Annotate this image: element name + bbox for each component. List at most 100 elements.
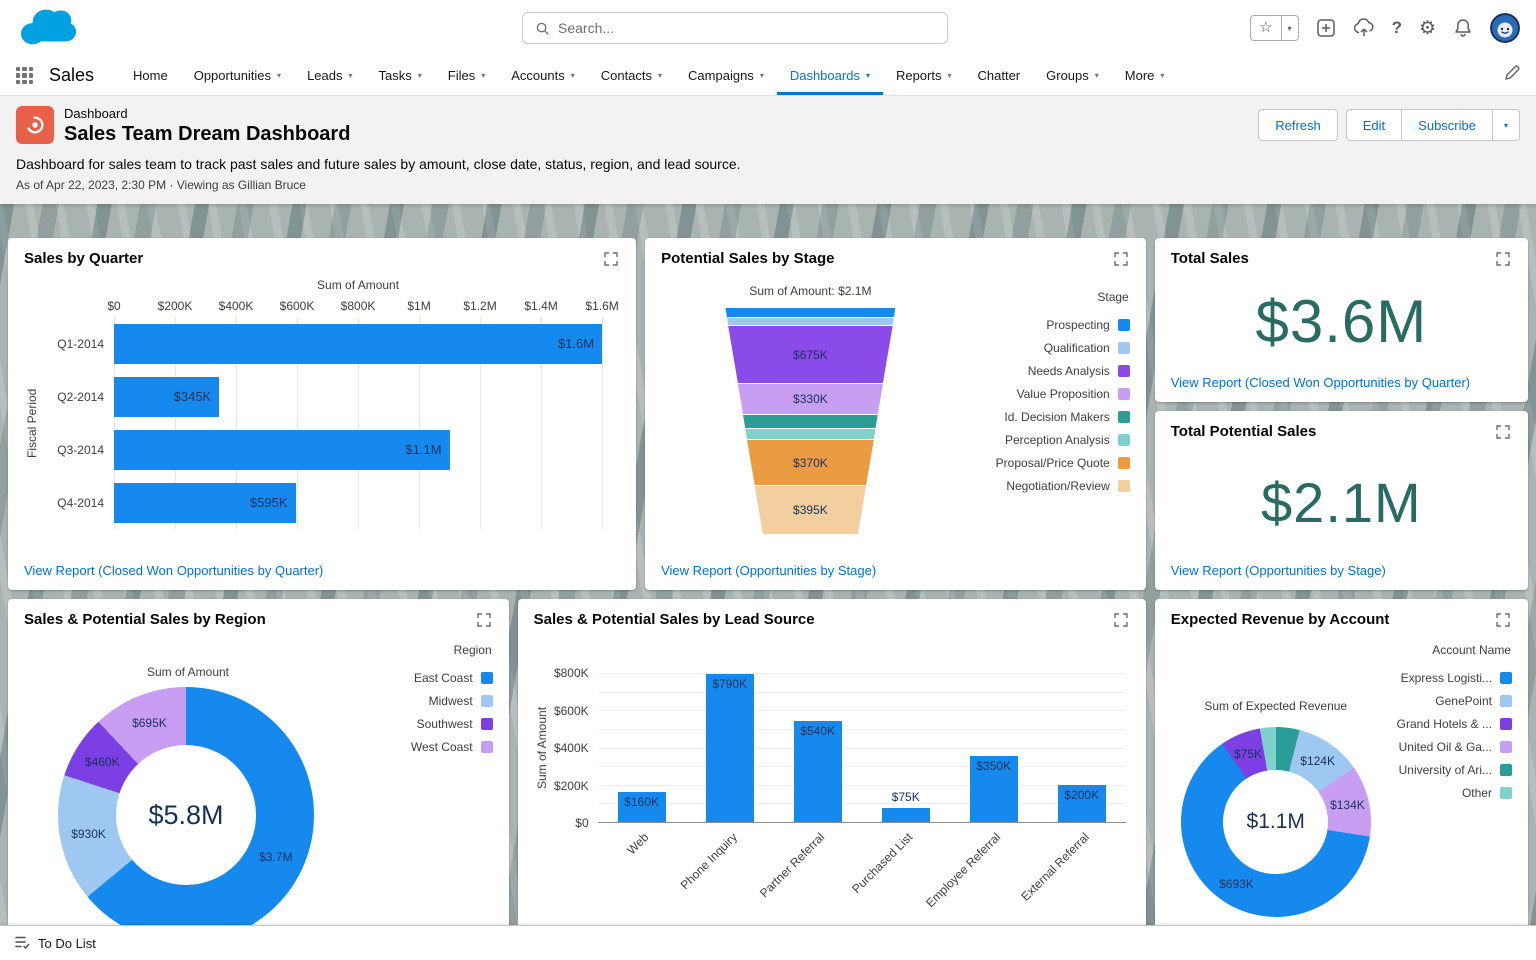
tab-contacts[interactable]: Contacts ▾ xyxy=(588,56,675,95)
tab-campaigns[interactable]: Campaigns ▾ xyxy=(675,56,777,95)
tab-accounts[interactable]: Accounts ▾ xyxy=(498,56,588,95)
legend-swatch xyxy=(1499,694,1512,707)
slice-label-genepoint: $124K xyxy=(1300,754,1335,769)
header-buttons: Refresh Edit Subscribe ▾ xyxy=(1258,109,1520,141)
app-launcher-icon[interactable] xyxy=(16,67,33,84)
donut-total: $5.8M xyxy=(148,799,224,830)
dashboard-body: Sales by Quarter Sum of Amount $0 $200K $4… xyxy=(0,204,1536,925)
setup-gear-icon[interactable]: ⚙ xyxy=(1419,17,1436,40)
bar-q1-2014[interactable]: $1.6M xyxy=(114,323,603,364)
funnel-segment-perception-analysis[interactable] xyxy=(745,429,876,439)
funnel-segment-prospecting[interactable] xyxy=(725,308,896,317)
tab-dashboards[interactable]: Dashboards ▾ xyxy=(777,56,883,95)
funnel-segment-proposal-price-quote[interactable]: $370K xyxy=(746,440,874,485)
todo-list-label: To Do List xyxy=(38,935,96,951)
legend-item-other: Other xyxy=(1342,781,1512,804)
legend-item-university-of-ari: University of Ari... xyxy=(1342,758,1512,781)
subscribe-button[interactable]: Subscribe xyxy=(1402,109,1493,141)
tab-files[interactable]: Files ▾ xyxy=(435,56,498,95)
view-report-link[interactable]: View Report (Opportunities by Stage) xyxy=(661,563,1130,578)
chevron-down-icon: ▾ xyxy=(348,71,353,80)
legend-item-united-oil-ga: United Oil & Ga... xyxy=(1342,735,1512,758)
expand-icon[interactable] xyxy=(1112,611,1130,629)
tab-tasks[interactable]: Tasks ▾ xyxy=(366,56,435,95)
y-axis-labels: Q1-2014 Q2-2014 Q3-2014 Q4-2014 xyxy=(57,336,104,510)
view-report-link[interactable]: View Report (Closed Won Opportunities by… xyxy=(1171,375,1512,390)
bars: $160K Web $790K Phone Inquiry $540K Partner R… xyxy=(598,673,1126,910)
entity-type-label: Dashboard xyxy=(64,106,128,121)
tab-more[interactable]: More ▾ xyxy=(1112,56,1178,95)
tab-chatter[interactable]: Chatter xyxy=(965,56,1034,95)
x-axis-label: Employee Referral xyxy=(923,830,1004,911)
account-legend: Account Name Express Logisti... GenePoint… xyxy=(1342,643,1512,804)
utility-bar-todo-list[interactable]: To Do List xyxy=(0,925,1536,960)
global-search[interactable] xyxy=(522,12,948,44)
widget-title: Total Sales xyxy=(1170,250,1249,267)
bar-partner-referral[interactable]: $540K xyxy=(793,720,842,822)
widget-potential-sales-by-stage: Potential Sales by Stage Sum of Amount: … xyxy=(645,238,1146,590)
bar-q4-2014[interactable]: $595K xyxy=(114,482,296,523)
funnel-value-label: $330K xyxy=(793,392,828,406)
header-actions: ☆ ▾ ? ⚙ xyxy=(1250,13,1520,43)
region-donut-chart[interactable]: $5.8M $3.7M $930K $460K $695K xyxy=(58,687,314,925)
expand-icon[interactable] xyxy=(602,250,620,268)
stage-legend: Stage Prospecting Qualification Needs Anal… xyxy=(960,268,1130,563)
chevron-down-icon: ▾ xyxy=(1094,71,1099,80)
expand-icon[interactable] xyxy=(1112,250,1130,268)
tab-reports[interactable]: Reports ▾ xyxy=(883,56,965,95)
legend-item-southwest: Southwest xyxy=(323,712,493,735)
legend-swatch xyxy=(480,694,493,707)
search-input[interactable] xyxy=(558,20,935,36)
metrics-column: Total Sales $3.6M View Report (Closed Wo… xyxy=(1154,238,1528,590)
bar-value-label: $75K xyxy=(891,789,920,804)
legend-item-id-decision-makers: Id. Decision Makers xyxy=(960,405,1130,428)
funnel-segment-id-decision-makers[interactable] xyxy=(743,415,878,428)
funnel-segment-negotiation-review[interactable]: $395K xyxy=(754,486,867,534)
bar-q2-2014[interactable]: $345K xyxy=(114,376,220,417)
favorites-dropdown-icon[interactable]: ▾ xyxy=(1282,24,1298,33)
favorites-star-icon[interactable]: ☆ xyxy=(1251,16,1282,40)
bar-phone-inquiry[interactable]: $790K xyxy=(705,673,754,822)
dashboard-description: Dashboard for sales team to track past s… xyxy=(16,156,741,172)
funnel-segment-qualification[interactable] xyxy=(726,318,894,325)
bar-q3-2014[interactable]: $1.1M xyxy=(114,429,450,470)
bar-value-label: $1.6M xyxy=(557,336,595,351)
edit-button[interactable]: Edit xyxy=(1345,109,1403,141)
legend-item-east-coast: East Coast xyxy=(323,666,493,689)
edit-navigation-pencil-icon[interactable] xyxy=(1504,65,1520,86)
bar-value-label: $1.1M xyxy=(405,442,442,457)
legend-item-midwest: Midwest xyxy=(323,689,493,712)
tab-home[interactable]: Home xyxy=(120,56,181,95)
legend-swatch xyxy=(1117,318,1130,331)
bar-external-referral[interactable]: $200K xyxy=(1057,784,1106,822)
funnel-segment-needs-analysis[interactable]: $675K xyxy=(728,326,893,383)
legend-title: Account Name xyxy=(1432,643,1511,657)
bar-web[interactable]: $160K xyxy=(617,792,666,822)
tab-leads[interactable]: Leads ▾ xyxy=(294,56,365,95)
bar-slot-employee-referral: $350K Employee Referral xyxy=(923,673,1038,910)
cloud-upload-icon[interactable] xyxy=(1353,18,1375,38)
view-report-link[interactable]: View Report (Opportunities by Stage) xyxy=(1171,563,1512,578)
notifications-bell-icon[interactable] xyxy=(1453,18,1473,38)
expand-icon[interactable] xyxy=(1494,423,1512,441)
bar-purchased-list[interactable] xyxy=(881,807,930,822)
help-icon[interactable]: ? xyxy=(1392,18,1402,38)
tab-groups[interactable]: Groups ▾ xyxy=(1033,56,1112,95)
tab-opportunities[interactable]: Opportunities ▾ xyxy=(181,56,294,95)
chevron-down-icon: ▾ xyxy=(277,71,282,80)
user-avatar[interactable] xyxy=(1490,13,1520,43)
chevron-down-icon: ▾ xyxy=(865,71,870,80)
funnel-segment-value-proposition[interactable]: $330K xyxy=(737,384,883,414)
legend-item-value-proposition: Value Proposition xyxy=(960,382,1130,405)
view-report-link[interactable]: View Report (Closed Won Opportunities by… xyxy=(24,563,620,578)
more-actions-button[interactable]: ▾ xyxy=(1492,109,1520,141)
x-axis-label: Partner Referral xyxy=(757,830,828,901)
expand-icon[interactable] xyxy=(475,611,493,629)
expand-icon[interactable] xyxy=(1494,250,1512,268)
expand-icon[interactable] xyxy=(1494,611,1512,629)
legend-swatch xyxy=(1117,479,1130,492)
quick-create-plus-icon[interactable] xyxy=(1316,18,1336,38)
refresh-button[interactable]: Refresh xyxy=(1258,109,1338,141)
metric-value: $3.6M xyxy=(1255,288,1428,355)
bar-employee-referral[interactable]: $350K xyxy=(969,756,1018,822)
